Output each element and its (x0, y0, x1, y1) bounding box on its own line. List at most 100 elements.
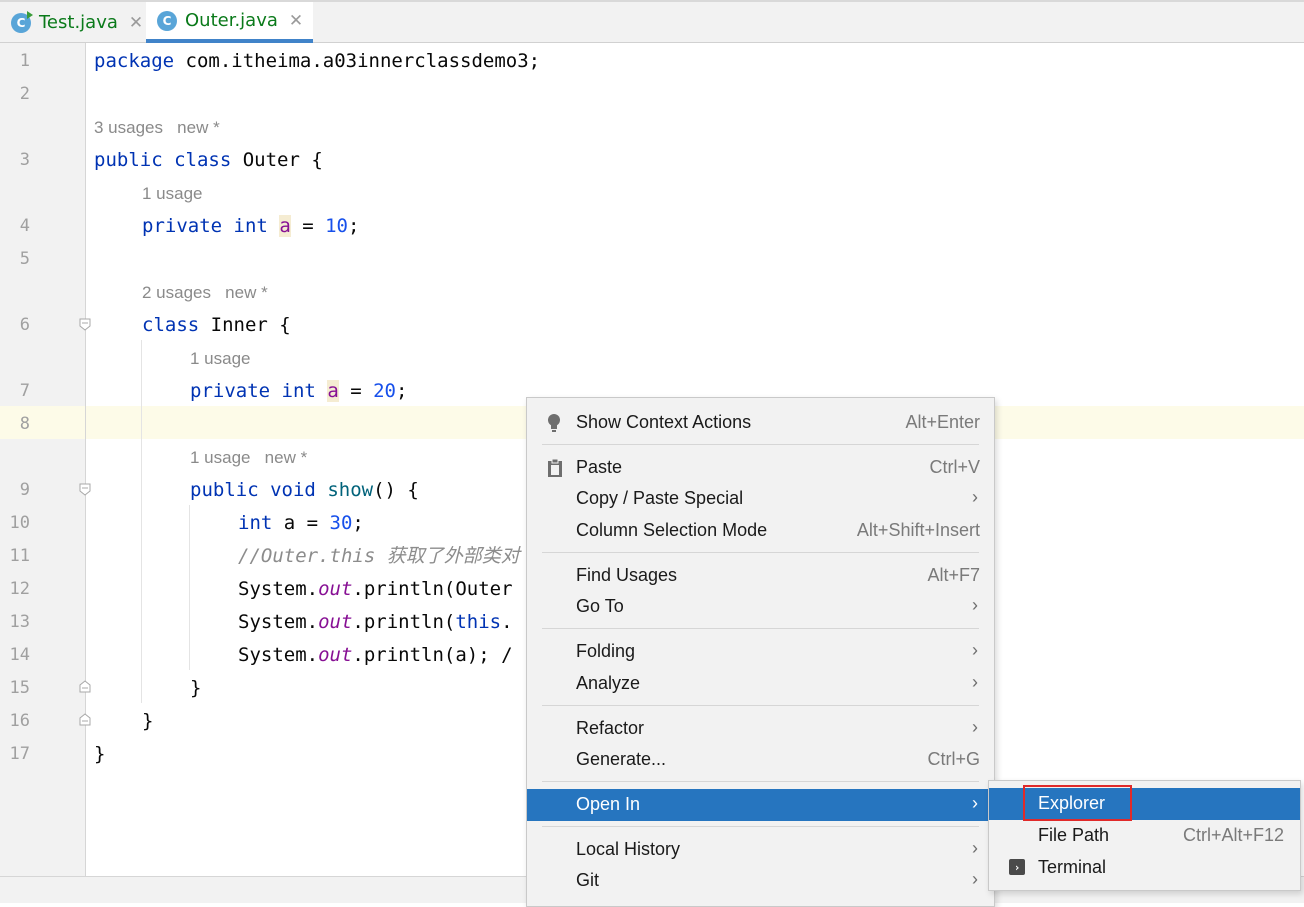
shortcut-label: Ctrl+V (929, 457, 980, 477)
menu-item-local-history[interactable]: Local History › (527, 834, 994, 866)
menu-item-copy-paste-special[interactable]: Copy / Paste Special › (527, 483, 994, 515)
line-number: 12 (9, 579, 30, 599)
terminal-icon: › (1009, 859, 1025, 875)
open-in-submenu: Explorer File Path Ctrl+Alt+F12 › Termin… (988, 780, 1301, 891)
submenu-item-file-path[interactable]: File Path Ctrl+Alt+F12 (989, 820, 1300, 852)
menu-item-label: Go To (576, 596, 624, 616)
line-number: 3 (19, 150, 30, 170)
tab-outer-java[interactable]: C Outer.java ✕ (146, 2, 313, 43)
code-line: public void show() { (190, 479, 419, 501)
chevron-right-icon: › (972, 717, 978, 737)
fold-end-icon[interactable] (79, 713, 91, 726)
line-number: 15 (9, 678, 30, 698)
menu-item-label: Analyze (576, 673, 641, 693)
code-line: System.out.println(Outer (238, 578, 513, 600)
menu-item-find-usages[interactable]: Find Usages Alt+F7 (527, 560, 994, 592)
code-line: package com.itheima.a03innerclassdemo3; (94, 50, 541, 72)
usage-hint[interactable]: 1 usage (190, 342, 251, 375)
submenu-item-terminal[interactable]: › Terminal (989, 852, 1300, 884)
chevron-right-icon: › (972, 793, 978, 813)
menu-item-label: Terminal (1038, 857, 1107, 877)
shortcut-label: Alt+F7 (927, 565, 980, 585)
menu-item-folding[interactable]: Folding › (527, 636, 994, 668)
line-number: 8 (19, 414, 30, 434)
line-number: 14 (9, 645, 30, 665)
menu-separator (542, 826, 979, 827)
tab-test-java[interactable]: C Test.java ✕ (0, 2, 146, 43)
shortcut-label: Alt+Shift+Insert (856, 520, 980, 540)
fold-icon[interactable] (79, 318, 91, 331)
code-line: System.out.println(this. (238, 611, 513, 633)
line-number: 10 (9, 513, 30, 533)
highlight-box (1023, 785, 1132, 821)
menu-item-generate[interactable]: Generate... Ctrl+G (527, 744, 994, 776)
menu-item-label: Show Context Actions (576, 412, 752, 432)
menu-item-label: Find Usages (576, 565, 678, 585)
menu-item-label: Column Selection Mode (576, 520, 768, 540)
menu-item-label: Local History (576, 839, 681, 859)
line-number: 11 (9, 546, 30, 566)
code-line: int a = 30; (238, 512, 364, 534)
code-line: } (190, 677, 202, 699)
menu-item-column-selection-mode[interactable]: Column Selection Mode Alt+Shift+Insert (527, 515, 994, 547)
code-comment: //Outer.this 获取了外部类对 (238, 545, 520, 567)
chevron-right-icon: › (972, 595, 978, 615)
fold-end-icon[interactable] (79, 680, 91, 693)
menu-item-label: File Path (1038, 825, 1110, 845)
editor-tab-bar: C Test.java ✕ C Outer.java ✕ (0, 0, 1304, 43)
chevron-right-icon: › (972, 838, 978, 858)
menu-item-show-context-actions[interactable]: Show Context Actions Alt+Enter (527, 407, 994, 439)
code-line: } (142, 710, 154, 732)
menu-item-paste[interactable]: Paste Ctrl+V (527, 452, 994, 484)
usage-hint[interactable]: 1 usage new * (190, 441, 307, 474)
menu-item-label: Refactor (576, 718, 645, 738)
line-number: 5 (19, 249, 30, 269)
line-number: 13 (9, 612, 30, 632)
menu-item-refactor[interactable]: Refactor › (527, 713, 994, 745)
line-number: 16 (9, 711, 30, 731)
menu-item-analyze[interactable]: Analyze › (527, 668, 994, 700)
line-number: 7 (19, 381, 30, 401)
menu-item-open-in[interactable]: Open In › (527, 789, 994, 821)
indent-guide (141, 340, 142, 703)
menu-item-label: Paste (576, 457, 623, 477)
java-class-icon: C (157, 10, 177, 31)
line-number: 17 (9, 744, 30, 764)
code-line: public class Outer { (94, 149, 323, 171)
chevron-right-icon: › (972, 640, 978, 660)
line-number: 1 (19, 51, 30, 71)
menu-item-label: Copy / Paste Special (576, 488, 744, 508)
menu-separator (542, 628, 979, 629)
usage-hint[interactable]: 2 usages new * (142, 276, 268, 309)
line-number: 6 (19, 315, 30, 335)
menu-item-label: Git (576, 870, 600, 890)
usage-hint[interactable]: 3 usages new * (94, 111, 220, 144)
code-line: private int a = 20; (190, 380, 408, 402)
code-line: System.out.println(a); / (238, 644, 513, 666)
code-line: } (94, 743, 106, 765)
menu-item-label: Generate... (576, 749, 667, 769)
fold-icon[interactable] (79, 483, 91, 496)
tab-label: Test.java (39, 12, 118, 33)
code-line: private int a = 10; (142, 215, 360, 237)
close-icon[interactable]: ✕ (289, 11, 303, 31)
chevron-right-icon: › (972, 487, 978, 507)
line-number: 2 (19, 84, 30, 104)
close-icon[interactable]: ✕ (129, 13, 143, 33)
tab-label: Outer.java (185, 10, 278, 31)
chevron-right-icon: › (972, 869, 978, 889)
java-class-icon: C (11, 10, 33, 33)
chevron-right-icon: › (972, 672, 978, 692)
menu-item-git[interactable]: Git › (527, 865, 994, 897)
shortcut-label: Ctrl+G (927, 749, 980, 769)
menu-separator (542, 781, 979, 782)
menu-separator (542, 444, 979, 445)
line-number: 4 (19, 216, 30, 236)
indent-guide (189, 505, 190, 670)
shortcut-label: Ctrl+Alt+F12 (1182, 825, 1284, 845)
lightbulb-icon (548, 414, 560, 432)
menu-item-go-to[interactable]: Go To › (527, 591, 994, 623)
menu-item-label: Folding (576, 641, 636, 661)
shortcut-label: Alt+Enter (905, 412, 980, 432)
usage-hint[interactable]: 1 usage (142, 177, 203, 210)
